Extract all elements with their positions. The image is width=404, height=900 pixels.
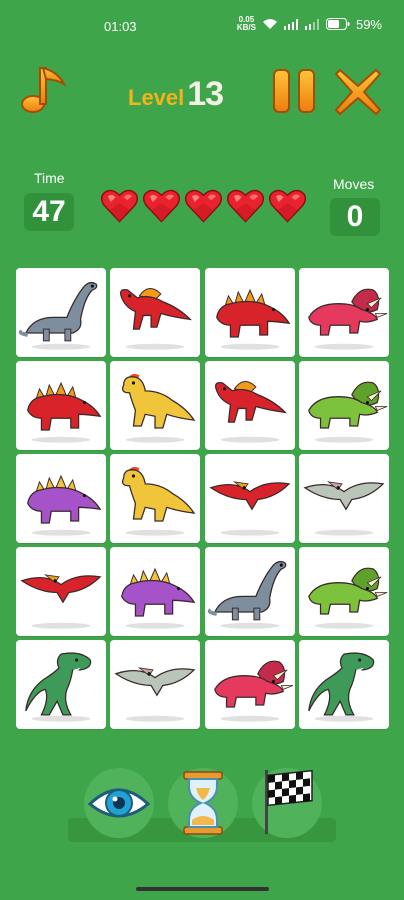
close-button[interactable]: [334, 68, 382, 116]
red-pterodactyl-icon: [205, 454, 295, 543]
card-tile[interactable]: [110, 640, 200, 729]
status-time: 01:03: [104, 19, 137, 34]
gray-brontosaurus-icon: [16, 268, 106, 357]
card-tile[interactable]: [110, 454, 200, 543]
card-tile[interactable]: [205, 547, 295, 636]
purple-stegosaurus-icon: [110, 547, 200, 636]
card-tile[interactable]: [299, 547, 389, 636]
home-indicator[interactable]: [136, 887, 269, 891]
gray-brontosaurus-icon: [205, 547, 295, 636]
card-tile[interactable]: [299, 454, 389, 543]
card-tile[interactable]: [299, 361, 389, 450]
battery-icon: [325, 18, 350, 30]
gray-pterodactyl-icon: [110, 640, 200, 729]
red-spinosaurus-icon: [205, 361, 295, 450]
pause-icon: [273, 69, 315, 113]
level-word: Level: [128, 85, 185, 110]
signal-icon: [283, 18, 298, 30]
music-button[interactable]: [20, 62, 70, 116]
status-bar: 01:03 0.05 KB/S 59%: [0, 0, 404, 50]
moves-value: 0: [330, 198, 380, 236]
finish-flag-powerup-button[interactable]: [252, 768, 322, 838]
eye-powerup-button[interactable]: [84, 768, 154, 838]
music-note-icon: [21, 66, 67, 113]
card-tile[interactable]: [205, 454, 295, 543]
hourglass-powerup-button[interactable]: [168, 768, 238, 838]
card-tile[interactable]: [16, 268, 106, 357]
hourglass-icon: [183, 771, 223, 835]
card-tile[interactable]: [205, 268, 295, 357]
card-tile[interactable]: [110, 268, 200, 357]
heart-icon: [226, 188, 265, 224]
green-trex-icon: [16, 640, 106, 729]
green-triceratops-icon: [299, 361, 389, 450]
lives-hearts: [100, 188, 307, 224]
moves-label: Moves: [333, 176, 375, 192]
network-speed: 0.05 KB/S: [237, 16, 256, 32]
time-label: Time: [34, 170, 65, 186]
heart-icon: [100, 188, 139, 224]
signal-icon-2: [304, 18, 319, 30]
status-icons: 0.05 KB/S 59%: [237, 16, 382, 32]
level-number: 13: [187, 75, 224, 113]
green-triceratops-icon: [299, 547, 389, 636]
card-tile[interactable]: [110, 361, 200, 450]
red-stegosaurus-icon: [205, 268, 295, 357]
card-tile[interactable]: [299, 640, 389, 729]
green-trex-icon: [299, 640, 389, 729]
purple-stegosaurus-icon: [16, 454, 106, 543]
pink-triceratops-icon: [205, 640, 295, 729]
game-board: [16, 268, 390, 730]
checkered-flag-icon: [265, 769, 313, 834]
heart-icon: [268, 188, 307, 224]
card-tile[interactable]: [16, 640, 106, 729]
card-tile[interactable]: [299, 268, 389, 357]
battery-percent: 59%: [355, 16, 382, 32]
heart-icon: [184, 188, 223, 224]
heart-icon: [142, 188, 181, 224]
network-speed-unit: KB/S: [236, 23, 256, 32]
card-tile[interactable]: [205, 640, 295, 729]
red-stegosaurus-icon: [16, 361, 106, 450]
card-tile[interactable]: [16, 454, 106, 543]
close-icon: [335, 69, 381, 115]
level-indicator: Level 13: [128, 75, 224, 114]
gray-pterodactyl-icon: [299, 454, 389, 543]
eye-icon: [87, 788, 151, 818]
yellow-dilophosaurus-icon: [110, 454, 200, 543]
card-tile[interactable]: [110, 547, 200, 636]
time-value: 47: [24, 193, 74, 231]
card-tile[interactable]: [16, 361, 106, 450]
card-tile[interactable]: [16, 547, 106, 636]
red-pterodactyl-icon: [16, 547, 106, 636]
pink-triceratops-icon: [299, 268, 389, 357]
pause-button[interactable]: [272, 68, 316, 114]
wifi-icon: [262, 19, 277, 29]
card-tile[interactable]: [205, 361, 295, 450]
red-spinosaurus-icon: [110, 268, 200, 357]
yellow-dilophosaurus-icon: [110, 361, 200, 450]
